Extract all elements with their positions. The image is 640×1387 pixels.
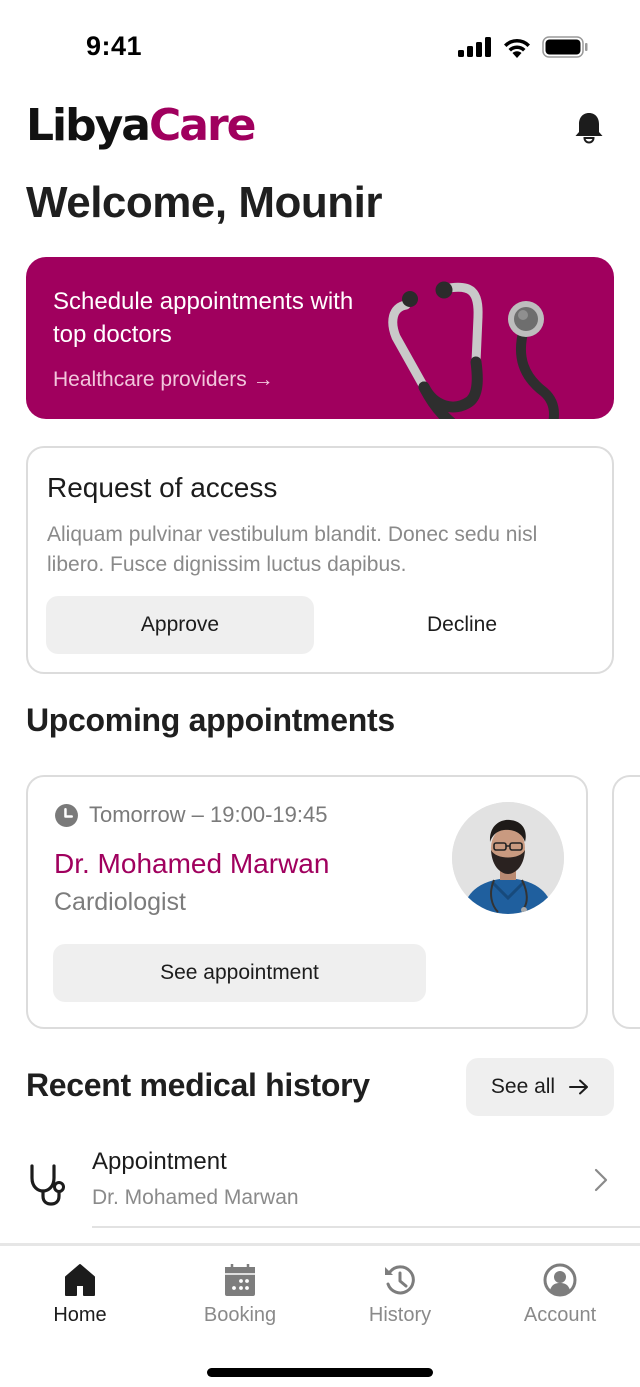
tab-history-label: History	[368, 1304, 432, 1326]
history-item-subtitle: Dr. Mohamed Marwan	[92, 1186, 299, 1209]
see-all-button[interactable]: See all	[466, 1058, 614, 1116]
appointment-time: Tomorrow – 19:00-19:45	[89, 802, 328, 827]
appointment-card[interactable]: Tomorrow – 19:00-19:45 Dr. Mohamed Marwa…	[26, 775, 588, 1029]
access-request-title: Request of access	[47, 472, 278, 503]
history-item-title: Appointment	[92, 1148, 227, 1175]
app-logo: LibyaCare	[26, 98, 257, 154]
stethoscope-icon	[30, 1164, 65, 1206]
calendar-icon	[225, 1264, 255, 1296]
home-icon	[65, 1264, 95, 1296]
clock-icon	[55, 803, 78, 827]
approve-button[interactable]: Approve	[46, 596, 314, 654]
welcome-heading: Welcome, Mounir	[26, 178, 382, 227]
doctor-avatar	[452, 802, 564, 914]
arrow-right-icon	[569, 1079, 589, 1095]
tab-booking[interactable]: Booking	[160, 1262, 320, 1332]
doctor-photo	[452, 802, 564, 914]
access-request-card: Request of access Aliquam pulvinar vesti…	[26, 446, 614, 674]
healthcare-providers-link[interactable]: Healthcare providers →	[53, 368, 274, 392]
history-icon	[385, 1265, 415, 1295]
logo-text-libya: Libya	[26, 100, 151, 151]
tab-booking-label: Booking	[203, 1304, 277, 1326]
home-indicator	[207, 1368, 433, 1377]
promo-banner[interactable]: Schedule appointments with top doctors H…	[26, 257, 614, 419]
account-icon	[543, 1263, 577, 1297]
upcoming-appointments-heading: Upcoming appointments	[26, 702, 395, 738]
bottom-tab-bar: Home Booking History Account	[0, 1243, 640, 1387]
signal-icon	[458, 37, 491, 57]
status-icons	[458, 36, 588, 58]
access-request-description: Aliquam pulvinar vestibulum blandit. Don…	[47, 523, 538, 576]
logo-text-care: Care	[149, 100, 257, 151]
divider	[92, 1226, 640, 1228]
status-time: 9:41	[86, 31, 143, 61]
appointment-time-row: Tomorrow – 19:00-19:45	[54, 802, 327, 828]
app-header: LibyaCare	[26, 98, 614, 158]
tab-home-label: Home	[53, 1304, 107, 1326]
recent-history-heading: Recent medical history	[26, 1067, 370, 1103]
bell-icon[interactable]	[572, 110, 606, 144]
chevron-right-icon	[594, 1168, 608, 1192]
stethoscope-illustration	[388, 281, 559, 419]
status-bar: 9:41	[0, 0, 640, 90]
tab-home[interactable]: Home	[0, 1262, 160, 1332]
promo-title: Schedule appointments with top doctors	[53, 288, 354, 348]
tab-account-label: Account	[523, 1304, 597, 1326]
history-list-item[interactable]: Appointment Dr. Mohamed Marwan	[0, 1140, 640, 1228]
see-all-label: See all	[490, 1075, 556, 1098]
battery-icon	[542, 36, 588, 58]
see-appointment-button[interactable]: See appointment	[53, 944, 426, 1002]
tab-account[interactable]: Account	[480, 1262, 640, 1332]
tab-history[interactable]: History	[320, 1262, 480, 1332]
appointment-doctor-name[interactable]: Dr. Mohamed Marwan	[54, 848, 329, 880]
decline-button[interactable]: Decline	[328, 596, 596, 654]
appointment-specialty: Cardiologist	[54, 888, 187, 916]
appointment-card-next[interactable]	[612, 775, 640, 1029]
wifi-icon	[504, 38, 530, 58]
